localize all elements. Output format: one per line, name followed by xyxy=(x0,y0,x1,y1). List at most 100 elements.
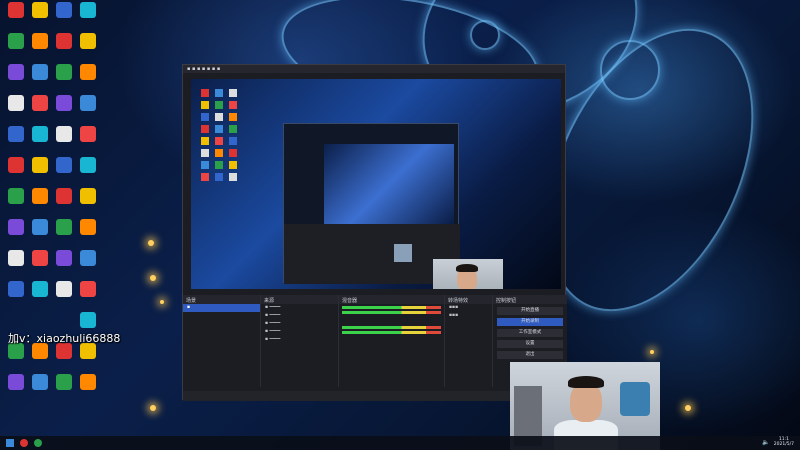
desktop-app-icon[interactable] xyxy=(4,95,28,111)
start-recording-button[interactable]: 开始录制 xyxy=(497,318,563,326)
sparkle xyxy=(685,405,691,411)
desktop-app-icon[interactable] xyxy=(76,374,100,390)
app-icon xyxy=(80,312,96,328)
desktop-app-icon[interactable] xyxy=(52,157,76,173)
desktop-app-icon[interactable] xyxy=(52,2,76,18)
desktop-app-icon[interactable] xyxy=(28,281,52,297)
app-icon xyxy=(80,157,96,173)
desktop-app-icon[interactable] xyxy=(28,188,52,204)
desktop-app-icon[interactable] xyxy=(4,2,28,18)
desktop-app-icon[interactable] xyxy=(52,126,76,142)
desktop-app-icon[interactable] xyxy=(76,312,100,328)
desktop-app-icon[interactable] xyxy=(76,33,100,49)
app-icon xyxy=(56,281,72,297)
desktop-app-icon[interactable] xyxy=(76,126,100,142)
desktop-app-icon[interactable] xyxy=(28,64,52,80)
desktop-app-icon[interactable] xyxy=(76,250,100,266)
desktop-app-icon[interactable] xyxy=(76,281,100,297)
app-icon xyxy=(56,33,72,49)
desktop-app-icon[interactable] xyxy=(28,33,52,49)
app-icon xyxy=(80,64,96,80)
menu-bar-placeholder[interactable]: ▪ ▪ ▪ ▪ ▪ ▪ ▪ xyxy=(187,66,220,72)
app-icon xyxy=(56,126,72,142)
app-icon xyxy=(32,95,48,111)
app-icon xyxy=(80,281,96,297)
windows-start-icon[interactable] xyxy=(6,439,14,447)
mixer-dock-title: 混音器 xyxy=(339,295,444,304)
desktop-app-icon[interactable] xyxy=(52,64,76,80)
sparkle xyxy=(160,300,164,304)
desktop-app-icon[interactable] xyxy=(28,95,52,111)
desktop-app-icon[interactable] xyxy=(4,281,28,297)
desktop-app-icon[interactable] xyxy=(52,33,76,49)
app-icon xyxy=(8,188,24,204)
start-streaming-button[interactable]: 开始直播 xyxy=(497,307,563,315)
desktop-app-icon[interactable] xyxy=(52,250,76,266)
exit-button[interactable]: 退出 xyxy=(497,351,563,359)
studio-mode-button[interactable]: 工作室模式 xyxy=(497,329,563,337)
desktop-app-icon[interactable] xyxy=(76,64,100,80)
desktop-app-icon[interactable] xyxy=(28,126,52,142)
desktop-app-icon[interactable] xyxy=(4,374,28,390)
desktop-app-icon[interactable] xyxy=(76,95,100,111)
obs-preview-canvas[interactable] xyxy=(191,79,561,289)
scenes-dock: 场景 ▪ xyxy=(183,295,261,387)
desktop-app-icon[interactable] xyxy=(4,126,28,142)
desktop-app-icon[interactable] xyxy=(28,374,52,390)
app-icon xyxy=(56,95,72,111)
app-icon xyxy=(8,33,24,49)
desktop-app-icon[interactable] xyxy=(52,95,76,111)
desktop-app-icon[interactable] xyxy=(76,219,100,235)
obs-titlebar[interactable]: ▪ ▪ ▪ ▪ ▪ ▪ ▪ xyxy=(183,65,565,73)
app-icon xyxy=(32,2,48,18)
desktop-app-icon[interactable] xyxy=(4,157,28,173)
app-icon xyxy=(56,188,72,204)
desktop-app-icon[interactable] xyxy=(76,2,100,18)
app-icon xyxy=(80,2,96,18)
preview-desktop-icons xyxy=(201,89,261,279)
source-item[interactable]: ▪ ━━━━ xyxy=(261,312,338,320)
desktop-app-icon[interactable] xyxy=(4,219,28,235)
desktop-app-icon[interactable] xyxy=(4,188,28,204)
contact-watermark: 加v：xiaozhuli66888 xyxy=(8,332,121,345)
taskbar: 🔈 11:1 2021/5/7 xyxy=(0,436,800,450)
app-icon[interactable] xyxy=(20,439,28,447)
source-item[interactable]: ▪ ━━━━ xyxy=(261,336,338,344)
desktop-app-icon[interactable] xyxy=(52,219,76,235)
clock[interactable]: 11:1 2021/5/7 xyxy=(774,437,794,447)
audio-meter xyxy=(342,331,441,334)
source-item[interactable]: ▪ ━━━━ xyxy=(261,304,338,312)
desktop-app-icon[interactable] xyxy=(28,250,52,266)
app-icon[interactable] xyxy=(34,439,42,447)
transition-select[interactable]: ▪▪▪ xyxy=(445,304,492,312)
scenes-dock-title: 场景 xyxy=(183,295,260,304)
sparkle xyxy=(148,240,154,246)
settings-button[interactable]: 设置 xyxy=(497,340,563,348)
desktop-app-icon[interactable] xyxy=(4,33,28,49)
desktop-app-icon[interactable] xyxy=(52,374,76,390)
desktop-app-icon[interactable] xyxy=(28,2,52,18)
sparkle xyxy=(150,405,156,411)
obs-window[interactable]: ▪ ▪ ▪ ▪ ▪ ▪ ▪ 场景 ▪ 来源 ▪ ━━━━ ▪ ━━━━ ▪ ━━… xyxy=(182,64,567,401)
desktop-app-icon[interactable] xyxy=(28,219,52,235)
desktop-app-icon[interactable] xyxy=(76,157,100,173)
source-item[interactable]: ▪ ━━━━ xyxy=(261,328,338,336)
desktop-app-icon[interactable] xyxy=(76,188,100,204)
app-icon xyxy=(32,188,48,204)
app-icon xyxy=(80,126,96,142)
app-icon xyxy=(56,2,72,18)
controls-dock-title: 控制按钮 xyxy=(493,295,567,304)
volume-icon[interactable]: 🔈 xyxy=(762,439,769,446)
app-icon xyxy=(80,95,96,111)
desktop-app-icon[interactable] xyxy=(52,281,76,297)
source-item[interactable]: ▪ ━━━━ xyxy=(261,320,338,328)
desktop-app-icon[interactable] xyxy=(52,188,76,204)
desktop-app-icon[interactable] xyxy=(28,157,52,173)
app-icon xyxy=(8,2,24,18)
desktop-app-icon[interactable] xyxy=(4,64,28,80)
scene-item[interactable]: ▪ xyxy=(183,304,260,312)
desktop-app-icon[interactable] xyxy=(4,250,28,266)
preview-webcam xyxy=(433,259,503,289)
transition-duration[interactable]: ▪▪▪ xyxy=(445,312,492,320)
app-icon xyxy=(56,64,72,80)
